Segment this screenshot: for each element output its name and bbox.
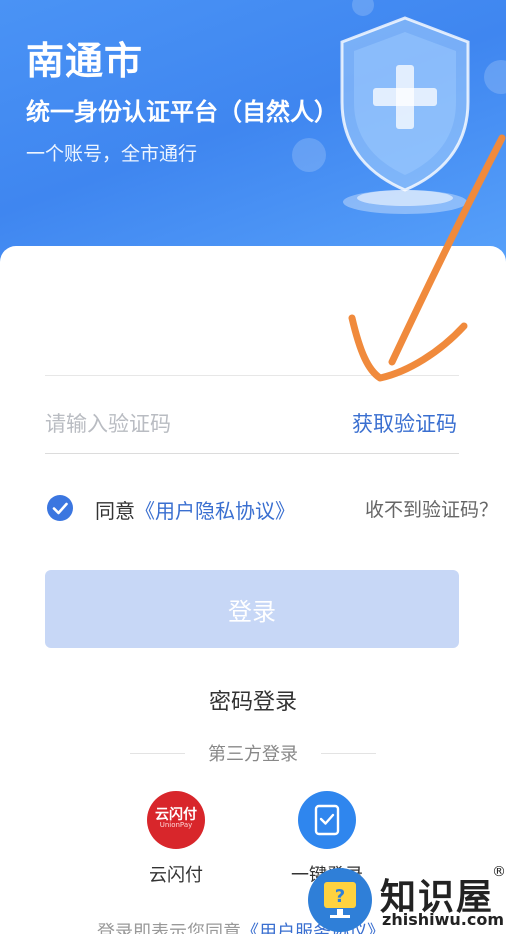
- city-name: 南通市: [26, 39, 144, 83]
- get-code-button[interactable]: 获取验证码: [352, 408, 457, 438]
- login-button[interactable]: 登录: [45, 570, 459, 648]
- agree-prefix: 同意: [95, 499, 135, 523]
- unionpay-login-button[interactable]: 云闪付 UnionPay 云闪付: [126, 791, 226, 887]
- tablet-check-icon: [298, 791, 356, 849]
- registered-mark: ®: [492, 864, 506, 880]
- platform-title: 统一身份认证平台（自然人）: [26, 98, 338, 126]
- unionpay-icon-subtext: UnionPay: [159, 821, 193, 829]
- agree-label: 同意《用户隐私协议》: [95, 495, 295, 524]
- no-code-link[interactable]: 收不到验证码？: [365, 495, 498, 522]
- slogan: 一个账号，全市通行: [26, 143, 198, 165]
- svg-text:?: ?: [335, 886, 345, 907]
- divider: [45, 375, 459, 376]
- watermark-domain: zhishiwu.com: [382, 910, 504, 929]
- agree-checkbox[interactable]: [47, 495, 73, 521]
- privacy-policy-link[interactable]: 《用户隐私协议》: [135, 499, 295, 523]
- unionpay-label: 云闪付: [149, 865, 203, 886]
- question-screen-icon: ?: [308, 868, 372, 932]
- verification-code-row: 获取验证码: [45, 400, 459, 454]
- id-card-badge-icon: [292, 138, 326, 172]
- third-party-title: 第三方登录: [130, 740, 376, 768]
- divider: [321, 753, 376, 754]
- unionpay-icon: 云闪付 UnionPay: [147, 791, 205, 849]
- password-login-link[interactable]: 密码登录: [0, 684, 506, 716]
- checkmark-icon: [52, 502, 68, 515]
- verification-code-input[interactable]: [45, 406, 315, 442]
- agreement-row: 同意《用户隐私协议》 收不到验证码？: [47, 493, 498, 524]
- terms-prefix: 登录即表示您同意: [97, 922, 241, 934]
- watermark-logo: ? 知识屋 ® zhishiwu.com: [308, 864, 506, 934]
- lock-badge-icon: [484, 60, 506, 94]
- shield-icon: [340, 16, 470, 214]
